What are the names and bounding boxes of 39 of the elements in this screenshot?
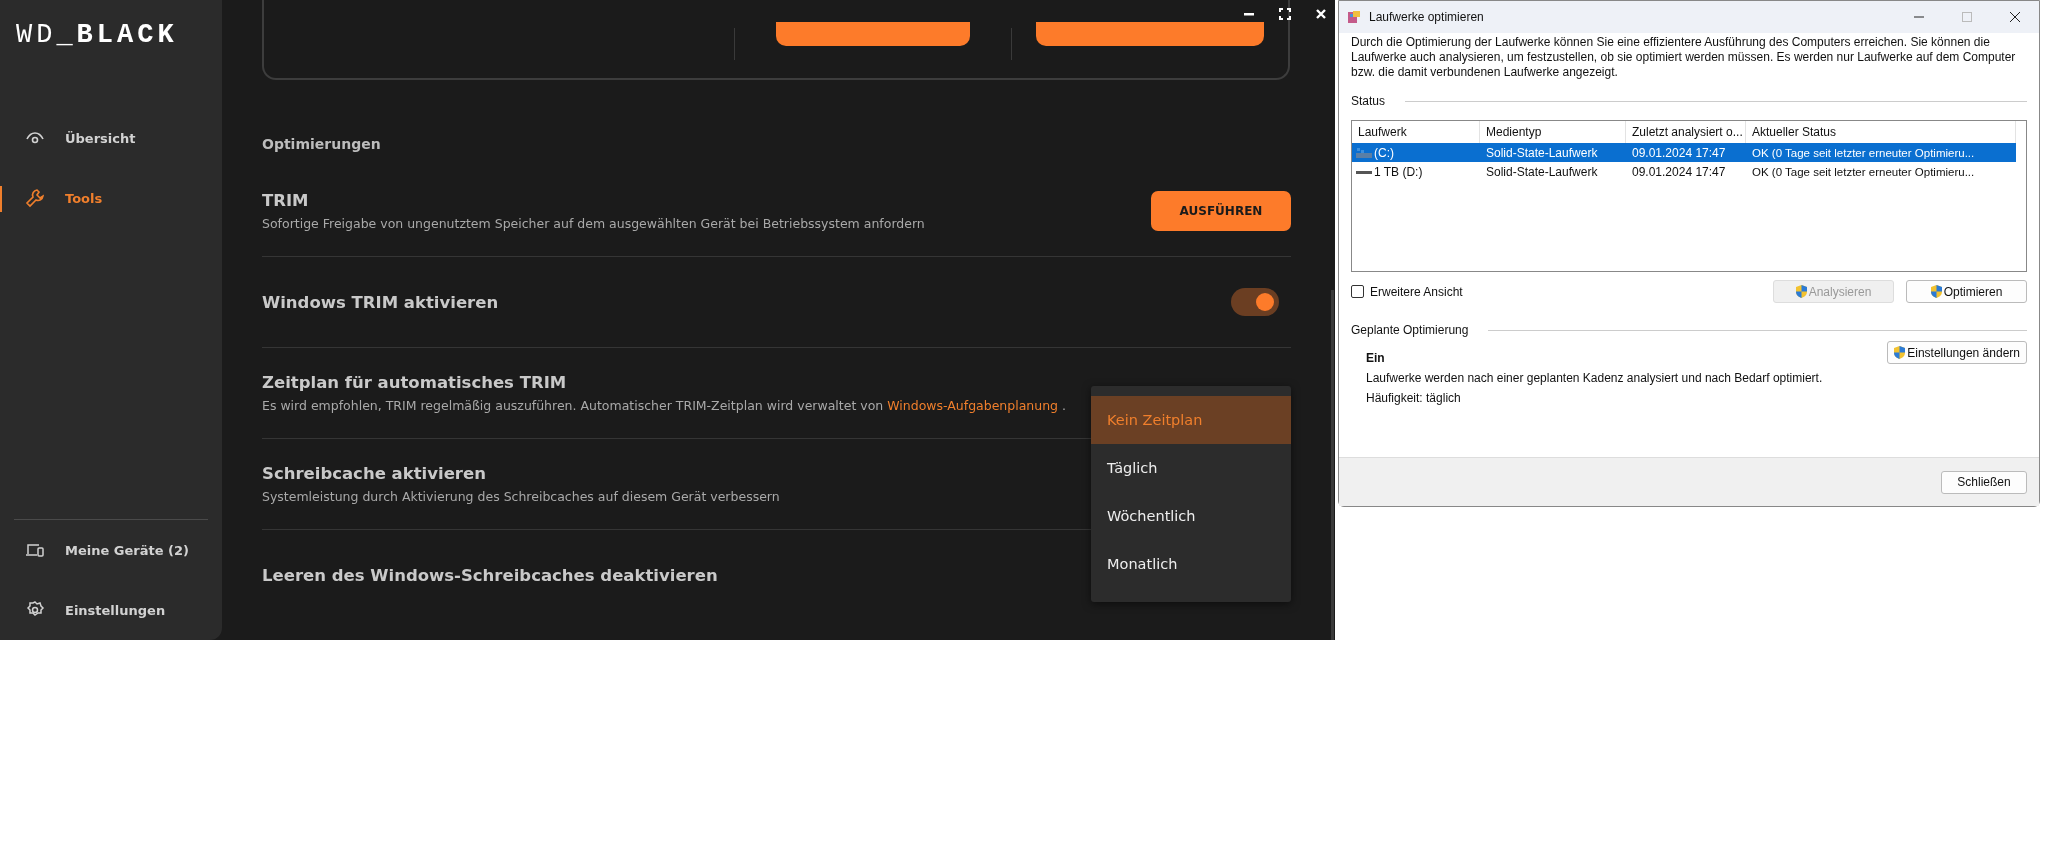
change-settings-button[interactable]: Einstellungen ändern	[1887, 341, 2027, 364]
setting-title: Zeitplan für automatisches TRIM	[262, 373, 567, 392]
setting-title: Leeren des Windows-Schreibcaches deaktivieren	[262, 565, 718, 585]
close-button[interactable]: Schließen	[1941, 470, 2027, 494]
table-cell-text: Solid-State-Laufwerk	[1485, 164, 1599, 179]
nav-item[interactable]: Tools	[0, 168, 222, 228]
schedule-description: Laufwerke werden nach einer geplanten Kadenz analysiert und nach Bedarf optimiert.	[1366, 371, 1824, 385]
link[interactable]: Windows-Aufgabenplanung	[887, 398, 1059, 413]
table-cell: (C:)	[1374, 145, 1394, 160]
table-cell-text: 09.01.2024 17:47	[1631, 164, 1727, 179]
window-title: Laufwerke optimieren	[1369, 10, 1485, 24]
nav-item[interactable]: Meine Geräte (2)	[0, 520, 222, 580]
description-text: Durch die Optimierung der Laufwerke können Sie eine effizientere Ausführung des Computers erreichen. Sie können die Laufwerke auch analysieren, um festzustellen, ob sie optimiert werden müssen. Es werden nur Laufwerke auf dem Computer bzw. die damit verbundenen Laufwerke angezeigt.	[1351, 35, 2017, 80]
table-cell-text: OK (0 Tage seit letzter erneuter Optimieru...	[1751, 146, 1976, 159]
menu-option[interactable]: Monatlich	[1091, 540, 1291, 588]
frequency-text: Häufigkeit: täglich	[1366, 391, 1462, 405]
run-button[interactable]: AUSFÜHREN	[1151, 191, 1291, 231]
nav-item[interactable]: Einstellungen	[0, 580, 222, 640]
group-label: Status	[1351, 94, 1386, 108]
schedule-state: Ein	[1366, 351, 1386, 365]
table-cell-text: 09.01.2024 17:47	[1631, 145, 1727, 160]
setting-title: Schreibcache aktivieren	[262, 464, 486, 483]
setting-title: TRIM	[262, 191, 309, 210]
table-cell-text: Solid-State-Laufwerk	[1485, 145, 1599, 160]
menu-option[interactable]: Täglich	[1091, 444, 1291, 492]
drive-row[interactable]: 1 TB (D:) Solid-State-Laufwerk 09.01.2024 17:47 OK (0 Tage seit letzter erneuter Optimieru...	[1352, 162, 2016, 181]
optimize-button[interactable]: Optimieren	[1906, 280, 2027, 303]
setting-description: Systemleistung durch Aktivierung des Schreibcaches auf diesem Gerät verbessern	[262, 489, 781, 504]
nav-item[interactable]: Übersicht	[0, 108, 222, 168]
checkbox-label: Erweitere Ansicht	[1370, 284, 1463, 299]
group-label: Geplante Optimierung	[1351, 323, 1469, 337]
drive-row[interactable]: (C:) Solid-State-Laufwerk 09.01.2024 17:47 OK (0 Tage seit letzter erneuter Optimieru...	[1352, 143, 2016, 162]
table-cell: 1 TB (D:)	[1374, 164, 1423, 179]
table-cell-text: OK (0 Tage seit letzter erneuter Optimieru...	[1751, 165, 1976, 178]
logo: WD_BLACK	[16, 20, 178, 52]
setting-title: Windows TRIM aktivieren	[262, 292, 499, 312]
setting-description: Sofortige Freigabe von ungenutztem Speicher auf dem ausgewählten Gerät bei Betriebssystem anfordern	[262, 216, 926, 231]
menu-option[interactable]: Wöchentlich	[1091, 492, 1291, 540]
section-heading: Optimierungen	[262, 136, 382, 152]
